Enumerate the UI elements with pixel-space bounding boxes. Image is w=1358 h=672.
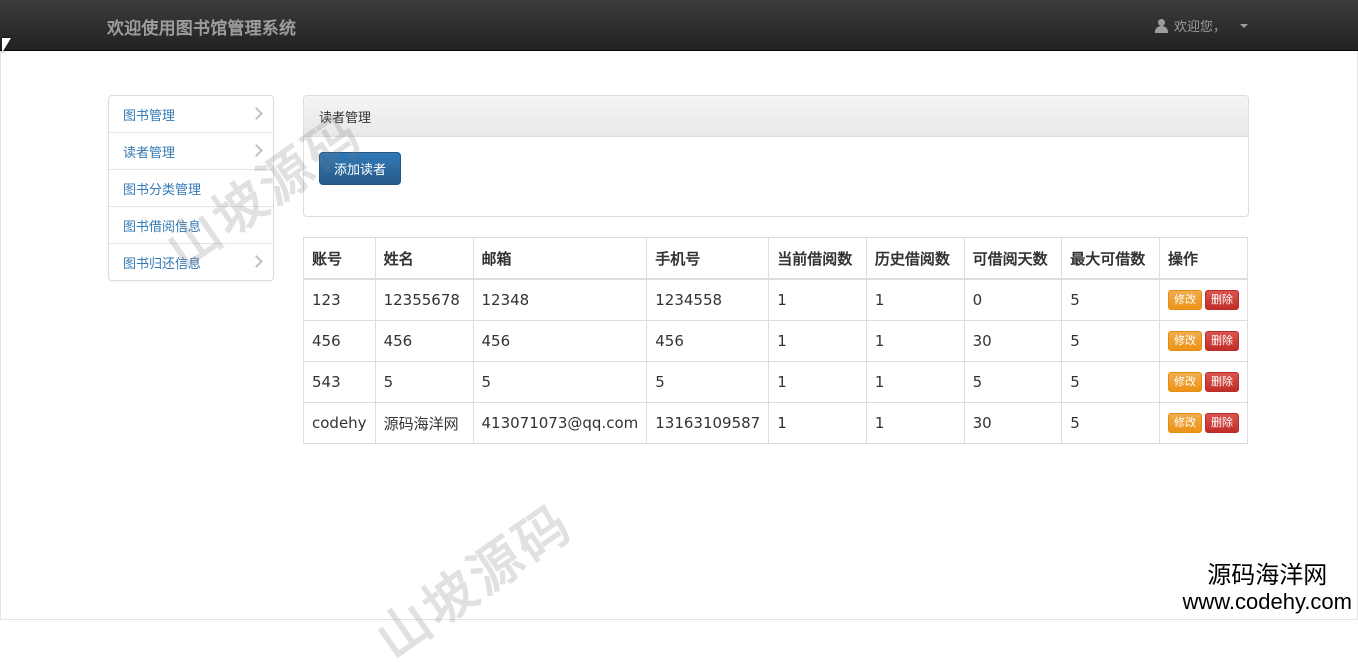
cell-current-borrow: 1 [768,320,867,362]
cell-borrow-days: 5 [963,361,1063,403]
top-navbar: 欢迎使用图书馆管理系统 欢迎您， [0,0,1358,51]
cell-account: 543 [303,361,376,403]
column-header: 最大可借数 [1061,237,1160,280]
cell-history-borrow: 1 [865,402,965,444]
sidebar-item-category-management[interactable]: 图书分类管理 [109,170,273,207]
sidebar-item-label: 读者管理 [123,145,176,161]
delete-button[interactable]: 删除 [1205,290,1239,310]
sidebar-nav: 图书管理 读者管理 图书分类管理 图书借阅信息 图书归还信息 [108,95,274,281]
cell-max-borrow: 5 [1061,361,1160,403]
cell-borrow-days: 30 [963,320,1063,362]
edit-button[interactable]: 修改 [1168,290,1202,310]
column-header: 可借阅天数 [963,237,1063,280]
edit-button[interactable]: 修改 [1168,331,1202,351]
delete-button[interactable]: 删除 [1205,331,1239,351]
cell-max-borrow: 5 [1061,278,1160,321]
cell-account: codehy [303,402,376,444]
table-row: 123 12355678 12348 1234558 1 1 0 5 修改 删除 [303,278,1248,321]
cell-borrow-days: 0 [963,278,1063,321]
cell-history-borrow: 1 [865,320,965,362]
column-header: 历史借阅数 [865,237,965,280]
chevron-right-icon [250,144,263,157]
cell-actions: 修改 删除 [1159,361,1248,403]
cell-actions: 修改 删除 [1159,278,1248,321]
cell-max-borrow: 5 [1061,402,1160,444]
cell-actions: 修改 删除 [1159,320,1248,362]
sidebar-item-label: 图书管理 [123,108,176,124]
cell-actions: 修改 删除 [1159,402,1248,444]
table-header-row: 账号 姓名 邮箱 手机号 当前借阅数 历史借阅数 可借阅天数 最大可借数 操作 [303,237,1248,280]
readers-table: 账号 姓名 邮箱 手机号 当前借阅数 历史借阅数 可借阅天数 最大可借数 操作 … [303,237,1248,444]
cell-email: 12348 [472,278,648,321]
cell-name: 12355678 [374,278,474,321]
user-icon [1154,18,1168,33]
column-header: 手机号 [646,237,770,280]
cell-max-borrow: 5 [1061,320,1160,362]
sidebar-item-return-info[interactable]: 图书归还信息 [109,244,273,280]
app-title[interactable]: 欢迎使用图书馆管理系统 [107,14,296,39]
cell-current-borrow: 1 [768,278,867,321]
cell-history-borrow: 1 [865,278,965,321]
column-header: 当前借阅数 [768,237,867,280]
cell-email: 5 [472,361,648,403]
sidebar-item-book-management[interactable]: 图书管理 [109,96,273,133]
chevron-right-icon [250,255,263,268]
add-reader-button[interactable]: 添加读者 [319,152,401,185]
sidebar-item-label: 图书借阅信息 [123,219,202,235]
user-menu-dropdown[interactable]: 欢迎您， [1154,16,1248,35]
table-row: 456 456 456 456 1 1 30 5 修改 删除 [303,320,1248,362]
user-greeting: 欢迎您， [1173,20,1226,35]
reader-management-panel: 读者管理 添加读者 [303,95,1249,217]
table-row: 543 5 5 5 1 1 5 5 修改 删除 [303,361,1248,403]
edit-button[interactable]: 修改 [1168,372,1202,392]
sidebar-item-borrow-info[interactable]: 图书借阅信息 [109,207,273,244]
cell-name: 源码海洋网 [374,402,474,444]
cell-phone: 456 [646,320,770,362]
delete-button[interactable]: 删除 [1205,372,1239,392]
caret-down-icon [1240,23,1248,28]
cell-phone: 1234558 [646,278,770,321]
cell-email: 456 [472,320,648,362]
cell-current-borrow: 1 [768,361,867,403]
sidebar-item-label: 图书分类管理 [123,182,202,198]
sidebar-item-label: 图书归还信息 [123,256,202,272]
panel-title: 读者管理 [304,96,1248,137]
cell-phone: 5 [646,361,770,403]
column-header: 账号 [303,237,376,280]
cell-email: 413071073@qq.com [472,402,648,444]
table-row: codehy 源码海洋网 413071073@qq.com 1316310958… [303,402,1248,444]
cell-phone: 13163109587 [646,402,770,444]
cell-borrow-days: 30 [963,402,1063,444]
cell-account: 123 [303,278,376,321]
cell-name: 456 [374,320,474,362]
edit-button[interactable]: 修改 [1168,413,1202,433]
chevron-right-icon [250,107,263,120]
column-header: 姓名 [374,237,474,280]
column-header: 邮箱 [472,237,648,280]
cell-history-borrow: 1 [865,361,965,403]
sidebar-item-reader-management[interactable]: 读者管理 [109,133,273,170]
cell-account: 456 [303,320,376,362]
cell-name: 5 [374,361,474,403]
column-header: 操作 [1159,237,1248,280]
cell-current-borrow: 1 [768,402,867,444]
delete-button[interactable]: 删除 [1205,413,1239,433]
